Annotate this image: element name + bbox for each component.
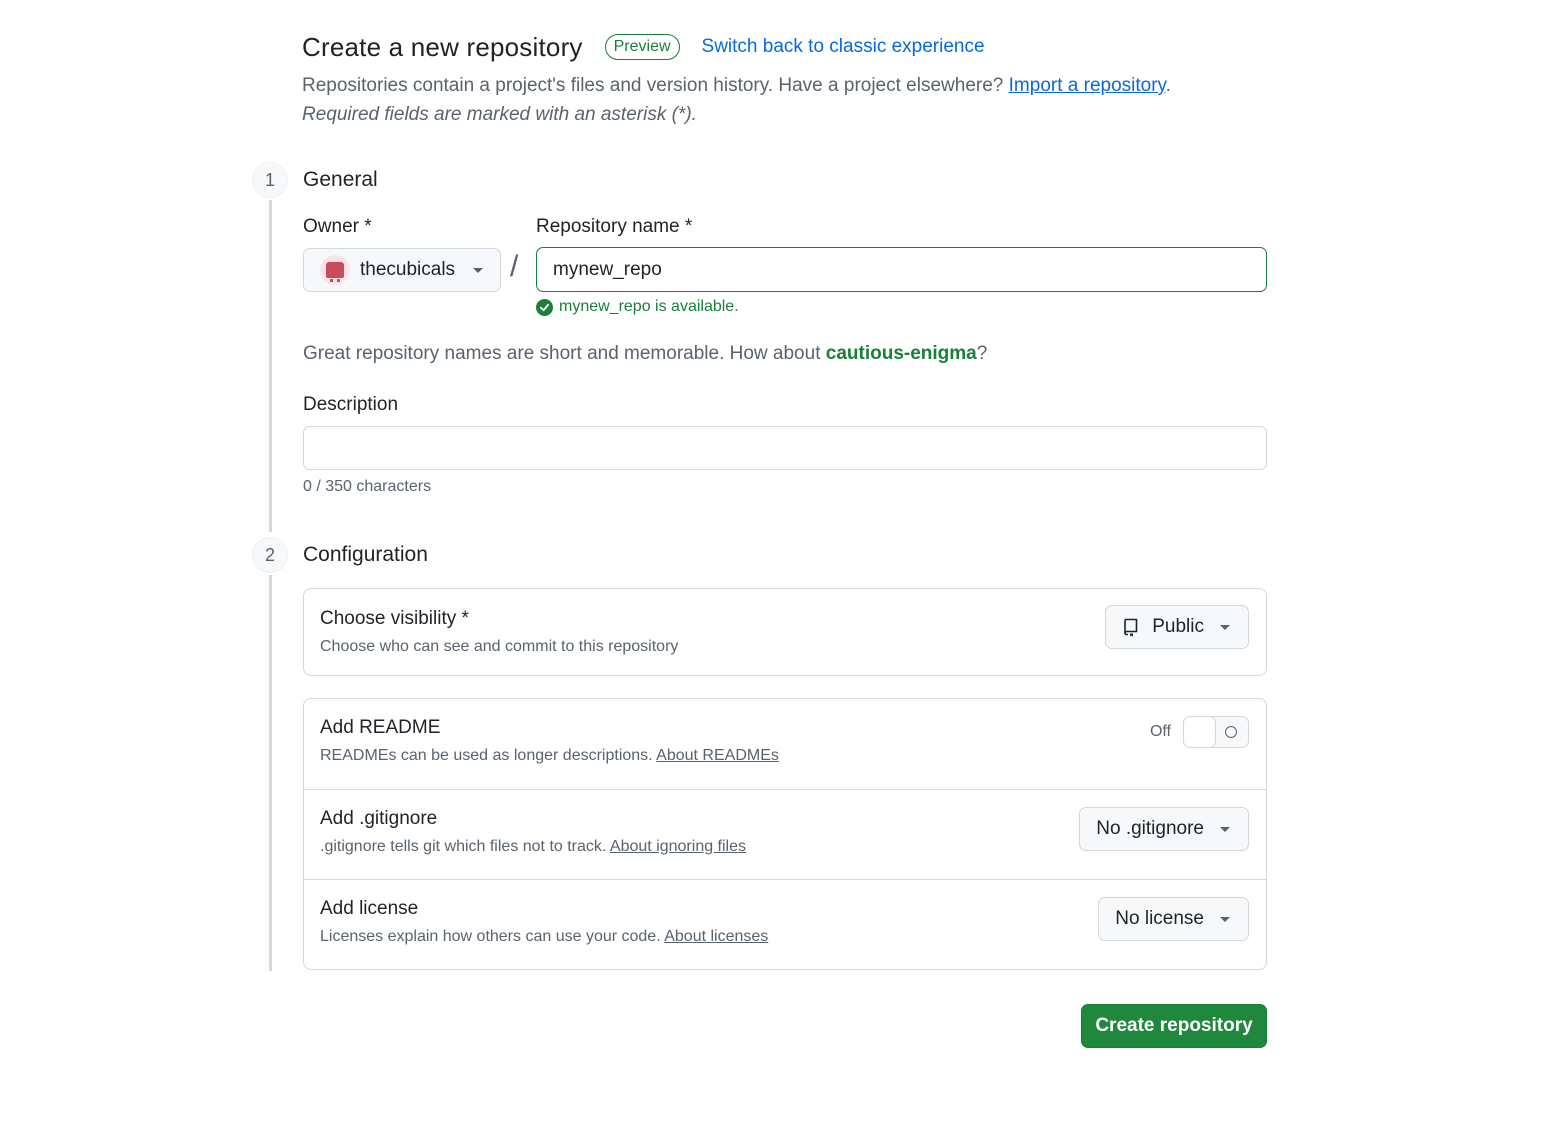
character-count: 0 / 350 characters [303,478,432,495]
license-value: No license [1115,908,1204,929]
gitignore-row: Add .gitignore .gitignore tells git whic… [304,789,1266,879]
readme-desc: READMEs can be used as longer descriptio… [320,747,1250,765]
gitignore-value: No .gitignore [1096,818,1204,839]
visibility-dropdown[interactable]: Public [1105,605,1249,649]
subtitle-text: Repositories contain a project's files a… [302,75,1009,96]
repo-name-input[interactable] [536,247,1267,292]
owner-select[interactable]: thecubicals [303,248,501,292]
required-note: Required fields are marked with an aster… [302,104,697,125]
repo-icon [1122,617,1140,637]
suggestion-suffix: ? [976,343,988,364]
chevron-down-icon [473,267,484,273]
title-row: Create a new repository Preview Switch b… [302,30,1282,64]
license-desc-text: Licenses explain how others can use your… [320,928,665,945]
options-card: Add README READMEs can be used as longer… [303,698,1267,970]
step-number-general: 1 [252,162,288,198]
page-header: Create a new repository Preview Switch b… [302,30,1282,130]
timeline-line-configuration [269,575,272,971]
availability-text: mynew_repo is available. [559,298,739,315]
description-label: Description [303,394,399,415]
step-number-configuration: 2 [252,537,288,573]
name-suggestion: Great repository names are short and mem… [303,343,987,365]
suggestion-prefix: Great repository names are short and mem… [303,343,826,364]
owner-repo-separator: / [510,250,519,283]
section-title-general: General [303,168,378,191]
gitignore-desc-text: .gitignore tells git which files not to … [320,838,610,855]
visibility-value: Public [1152,616,1204,637]
page-subtitle: Repositories contain a project's files a… [302,72,1282,100]
readme-desc-text: READMEs can be used as longer descriptio… [320,747,657,764]
chevron-down-icon [1220,916,1230,922]
readme-toggle[interactable] [1183,716,1249,748]
owner-name: thecubicals [360,259,456,280]
chevron-down-icon [1220,826,1230,832]
availability-message: mynew_repo is available. [536,298,739,316]
license-dropdown[interactable]: No license [1098,897,1249,941]
import-repository-link[interactable]: Import a repository [1009,75,1166,96]
repo-name-label: Repository name * [536,216,693,237]
avatar [320,255,350,285]
license-row: Add license Licenses explain how others … [304,879,1266,969]
create-repository-button[interactable]: Create repository [1081,1004,1267,1048]
readme-toggle-label: Off [1149,723,1171,740]
gitignore-dropdown[interactable]: No .gitignore [1079,807,1249,851]
readme-title: Add README [320,717,441,738]
check-circle-icon [536,298,553,316]
subtitle-end: . [1165,75,1171,96]
preview-badge: Preview [604,34,680,60]
about-readmes-link[interactable]: About READMEs [656,747,779,764]
owner-label: Owner * [303,216,372,237]
chevron-down-icon [1220,624,1230,630]
visibility-row: Choose visibility * Choose who can see a… [304,589,1266,679]
about-licenses-link[interactable]: About licenses [664,928,768,945]
page-title: Create a new repository [302,31,583,62]
toggle-off-icon [1225,726,1237,738]
toggle-knob [1183,716,1216,748]
about-ignoring-files-link[interactable]: About ignoring files [610,838,746,855]
section-title-configuration: Configuration [303,543,428,566]
description-input[interactable] [303,426,1267,470]
visibility-card: Choose visibility * Choose who can see a… [303,588,1267,676]
readme-row: Add README READMEs can be used as longer… [304,699,1266,789]
suggested-name-link[interactable]: cautious-enigma [826,343,977,364]
switch-classic-link[interactable]: Switch back to classic experience [702,36,985,58]
avatar-image [326,262,344,282]
readme-toggle-wrap: Off [1150,716,1249,748]
timeline-line-general [269,200,272,532]
